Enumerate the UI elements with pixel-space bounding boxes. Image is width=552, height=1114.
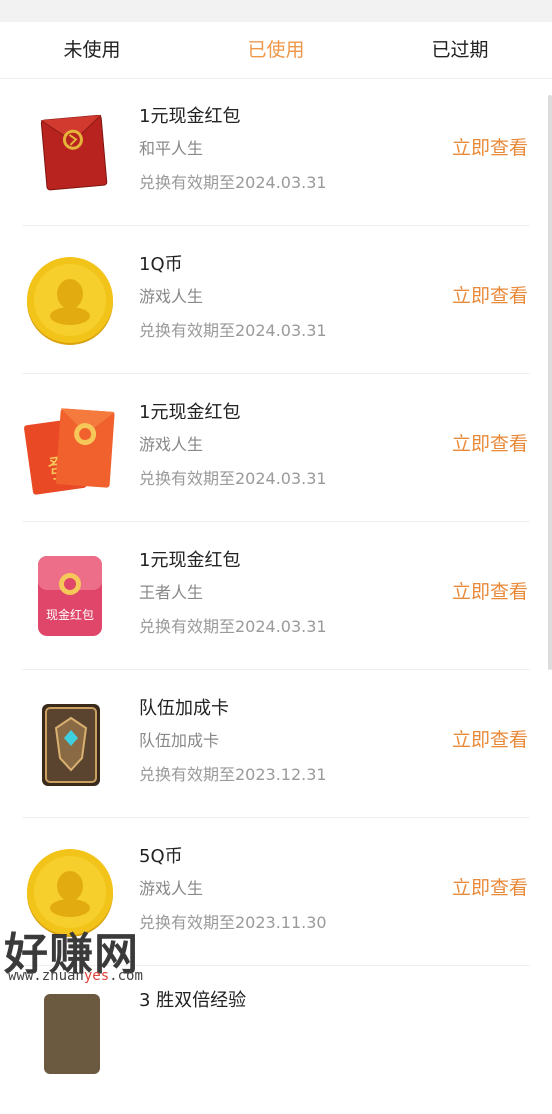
item-expiry: 兑换有效期至2024.03.31 [139, 469, 327, 488]
item-title: 1元现金红包 [139, 550, 241, 571]
item-expiry: 兑换有效期至2024.03.31 [139, 617, 327, 636]
item-source: 和平人生 [139, 139, 204, 158]
item-expiry: 兑换有效期至2024.03.31 [139, 321, 327, 340]
q-coin-icon [22, 252, 118, 348]
card-icon [22, 986, 118, 1082]
item-source: 队伍加成卡 [139, 731, 220, 750]
watermark: 好赚网 www.zhuanyes.com [4, 918, 194, 994]
item-expiry: 兑换有效期至2024.03.31 [139, 173, 327, 192]
list-item: 现金红包 1元现金红包 王者人生 兑换有效期至2024.03.31 立即查看 [0, 522, 552, 670]
item-source: 游戏人生 [139, 435, 204, 454]
item-source: 游戏人生 [139, 287, 204, 306]
list-item: 队伍加成卡 队伍加成卡 兑换有效期至2023.12.31 立即查看 [0, 670, 552, 818]
item-source: 王者人生 [139, 583, 204, 602]
watermark-url-suffix: .com [109, 968, 143, 984]
red-envelope-icon [22, 104, 118, 200]
view-now-button[interactable]: 立即查看 [452, 281, 528, 308]
top-strip [0, 0, 552, 22]
fa-red-envelopes-icon: 發 [22, 400, 118, 496]
view-now-button[interactable]: 立即查看 [452, 577, 528, 604]
list-item: 發 1元现金红包 游戏人生 兑换有效期至2024.03.31 立即查看 [0, 374, 552, 522]
view-now-button[interactable]: 立即查看 [452, 725, 528, 752]
list-item: 1Q币 游戏人生 兑换有效期至2024.03.31 立即查看 [0, 226, 552, 374]
tab-unused[interactable]: 未使用 [12, 22, 172, 78]
view-now-button[interactable]: 立即查看 [452, 429, 528, 456]
watermark-url: www.zhuanyes.com [8, 968, 143, 984]
team-bonus-card-icon [22, 696, 118, 792]
item-title: 队伍加成卡 [139, 698, 229, 719]
tab-bar: 未使用 已使用 已过期 [0, 22, 552, 79]
item-title: 1元现金红包 [139, 106, 241, 127]
item-title: 1元现金红包 [139, 402, 241, 423]
item-title: 1Q币 [139, 254, 183, 275]
watermark-url-prefix: www.zhuan [8, 968, 84, 984]
scrollbar[interactable] [548, 95, 552, 670]
item-expiry: 兑换有效期至2023.12.31 [139, 765, 327, 784]
item-title: 5Q币 [139, 846, 183, 867]
cash-red-packet-label: 现金红包 [46, 607, 94, 622]
tab-used[interactable]: 已使用 [196, 22, 356, 78]
item-source: 游戏人生 [139, 879, 204, 898]
watermark-url-highlight: yes [83, 968, 110, 984]
view-now-button[interactable]: 立即查看 [452, 133, 528, 160]
view-now-button[interactable]: 立即查看 [452, 873, 528, 900]
list-item: 1元现金红包 和平人生 兑换有效期至2024.03.31 立即查看 [0, 78, 552, 226]
tab-expired[interactable]: 已过期 [380, 22, 540, 78]
cash-red-packet-icon: 现金红包 [22, 548, 118, 644]
